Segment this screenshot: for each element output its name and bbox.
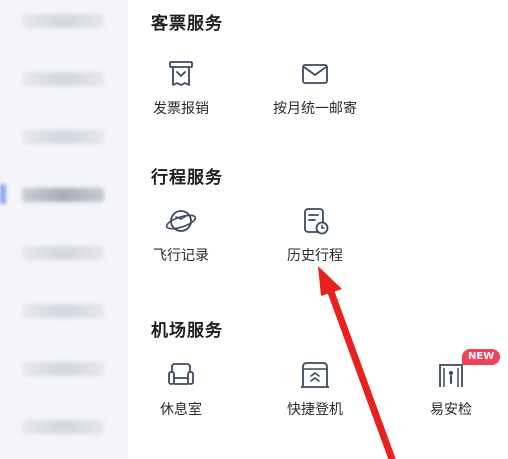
tile-label: 快捷登机 [287, 402, 343, 418]
sidebar-item-label [22, 246, 104, 260]
invoice-icon [169, 61, 193, 86]
tile-label: 飞行记录 [153, 248, 209, 264]
sidebar-item[interactable] [0, 408, 128, 448]
lounge-icon [168, 363, 194, 385]
fast-boarding-icon [301, 362, 329, 388]
sidebar-item-label [22, 130, 104, 144]
tile-label: 历史行程 [287, 248, 343, 264]
lounge-button[interactable]: 休息室 [136, 359, 226, 425]
sidebar-item-label [22, 72, 104, 86]
sidebar-item-label [22, 14, 104, 28]
easy-security-check-button[interactable]: NEW 易安检 [406, 349, 501, 425]
invoice-reimbursement-button[interactable]: 发票报销 [136, 58, 226, 124]
sidebar-item[interactable] [0, 118, 128, 158]
tile-label: 发票报销 [153, 101, 209, 117]
category-sidebar [0, 0, 128, 459]
history-trip-button[interactable]: 历史行程 [270, 205, 360, 271]
sidebar-item[interactable] [0, 292, 128, 332]
sidebar-item-label [22, 420, 104, 434]
section-title-airport-service: 机场服务 [151, 321, 223, 341]
sidebar-item-label [22, 304, 104, 318]
section-title-ticket-service: 客票服务 [151, 14, 223, 34]
tile-label: 易安检 [430, 402, 472, 418]
flight-record-icon [165, 210, 197, 232]
sidebar-item-label [22, 188, 104, 202]
tile-label: 休息室 [160, 402, 202, 418]
section-title-trip-service: 行程服务 [151, 168, 223, 188]
monthly-mail-button[interactable]: 按月统一邮寄 [270, 58, 360, 124]
history-trip-icon [304, 208, 329, 235]
sidebar-item-active[interactable] [0, 176, 128, 216]
sidebar-item[interactable] [0, 60, 128, 100]
new-badge: NEW [462, 349, 501, 365]
sidebar-item[interactable] [0, 350, 128, 390]
sidebar-item[interactable] [0, 2, 128, 42]
flight-record-button[interactable]: 飞行记录 [136, 205, 226, 271]
fast-boarding-button[interactable]: 快捷登机 [270, 359, 360, 425]
mail-icon [302, 64, 328, 84]
tile-label: 按月统一邮寄 [273, 101, 357, 117]
active-indicator [0, 184, 6, 204]
sidebar-item[interactable] [0, 234, 128, 274]
sidebar-item-label [22, 362, 104, 376]
